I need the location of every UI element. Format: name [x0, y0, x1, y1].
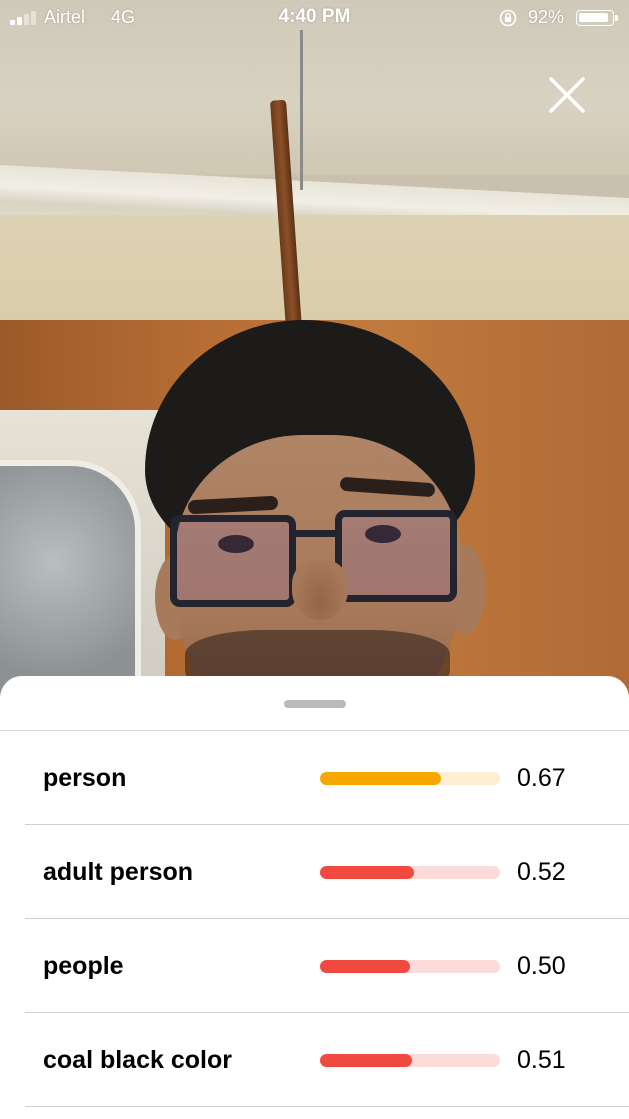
confidence-bar-track — [320, 960, 500, 973]
battery-cap — [615, 15, 618, 21]
rotation-lock-icon — [499, 9, 517, 27]
confidence-value: 0.67 — [517, 764, 566, 792]
hanging-wire — [300, 30, 303, 190]
results-sheet: person 0.67 adult person 0.52 people 0.50 coal… — [0, 676, 629, 1119]
sheet-grabber[interactable] — [284, 700, 346, 708]
glasses-bridge — [290, 530, 340, 537]
confidence-bar-fill — [320, 1054, 412, 1067]
camera-preview — [0, 0, 629, 700]
confidence-bar-track — [320, 1054, 500, 1067]
result-label: people — [43, 952, 124, 980]
result-row[interactable]: coal black color 0.51 — [0, 1013, 629, 1107]
row-divider — [25, 1106, 629, 1107]
confidence-bar-fill — [320, 772, 441, 785]
confidence-bar-track — [320, 866, 500, 879]
close-button[interactable] — [544, 72, 590, 118]
nose — [292, 560, 348, 620]
battery-icon — [576, 10, 614, 26]
confidence-bar-track — [320, 772, 500, 785]
battery-fill — [579, 13, 608, 22]
confidence-value: 0.50 — [517, 952, 566, 980]
confidence-bar-fill — [320, 866, 414, 879]
glasses-left-lens — [170, 515, 296, 607]
glasses-right-lens — [335, 510, 457, 602]
confidence-value: 0.51 — [517, 1046, 566, 1074]
cabinet-glass-door — [0, 460, 141, 700]
result-label: person — [43, 764, 127, 792]
confidence-bar-fill — [320, 960, 410, 973]
status-bar: Airtel 4G 4:40 PM 92% — [0, 0, 629, 36]
battery-percentage: 92% — [528, 7, 565, 27]
close-icon — [549, 77, 585, 113]
result-label: coal black color — [43, 1046, 232, 1074]
result-row[interactable]: people 0.50 — [0, 919, 629, 1013]
result-row[interactable]: person 0.67 — [0, 731, 629, 825]
result-row[interactable]: adult person 0.52 — [0, 825, 629, 919]
confidence-value: 0.52 — [517, 858, 566, 886]
wall — [0, 215, 629, 335]
result-label: adult person — [43, 858, 194, 886]
